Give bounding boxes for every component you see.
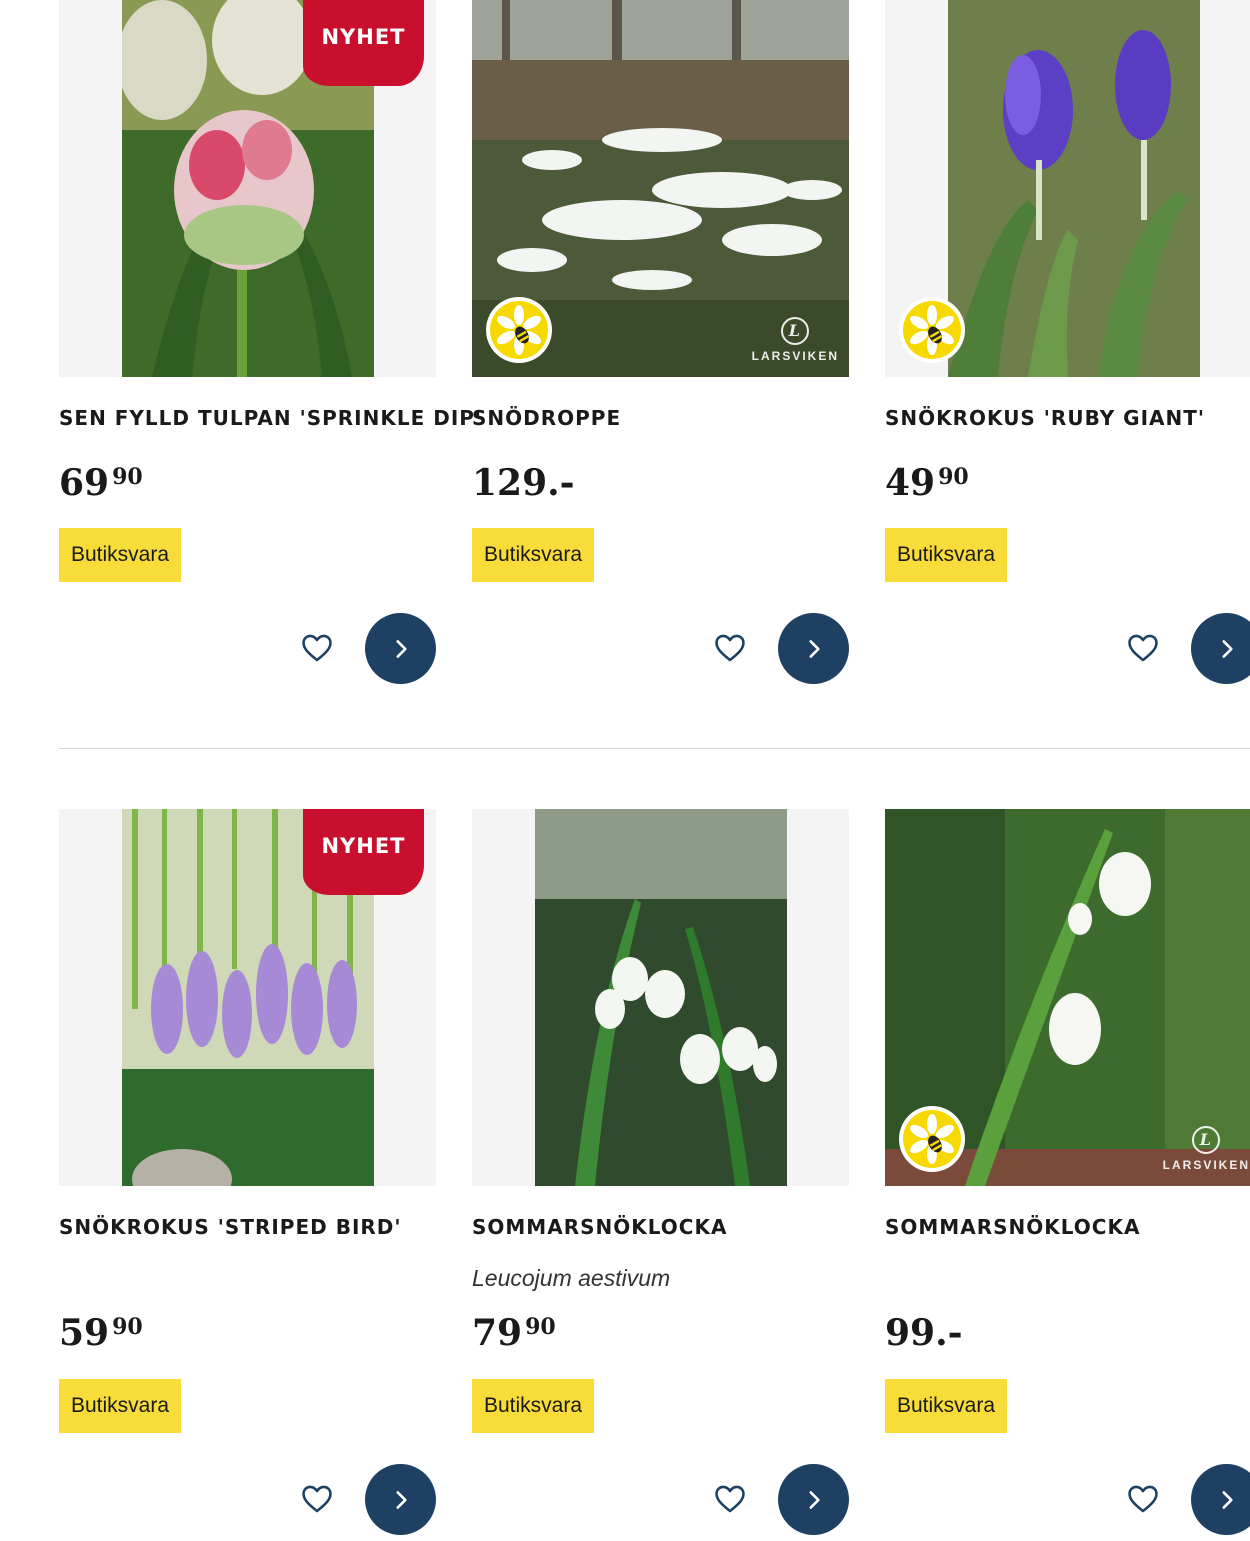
- row-divider: [59, 748, 1250, 749]
- view-product-button[interactable]: [778, 1464, 849, 1535]
- product-image[interactable]: [885, 0, 1250, 377]
- heart-icon: [300, 1482, 334, 1516]
- product-card[interactable]: NYHET SEN FYLLD TULPAN 'SPRINKLE DIP' 69…: [59, 0, 481, 684]
- favorite-button[interactable]: [297, 1479, 337, 1519]
- larsviken-logo: L LARSVIKEN: [1163, 1126, 1250, 1172]
- product-price: 99.-: [885, 1312, 963, 1354]
- crocus-photo: [948, 0, 1200, 377]
- stock-status-badge: Butiksvara: [472, 1379, 595, 1433]
- product-name[interactable]: SNÖKROKUS 'STRIPED BIRD': [59, 1215, 402, 1239]
- product-price: 129.-: [472, 462, 575, 504]
- product-price: 49 90: [885, 462, 969, 504]
- product-card[interactable]: SOMMARSNÖKLOCKA Leucojum aestivum 79 90 B…: [472, 809, 849, 1535]
- view-product-button[interactable]: [365, 613, 436, 684]
- chevron-right-icon: [801, 636, 827, 662]
- favorite-button[interactable]: [297, 628, 337, 668]
- product-name[interactable]: SEN FYLLD TULPAN 'SPRINKLE DIP': [59, 406, 482, 430]
- favorite-button[interactable]: [710, 1479, 750, 1519]
- heart-icon: [713, 1482, 747, 1516]
- pollinator-friendly-icon: [897, 1104, 967, 1174]
- heart-icon: [1126, 1482, 1160, 1516]
- chevron-right-icon: [388, 1487, 414, 1513]
- new-badge: NYHET: [303, 809, 424, 895]
- heart-icon: [713, 631, 747, 665]
- stock-status-badge: Butiksvara: [472, 528, 595, 582]
- chevron-right-icon: [1214, 636, 1240, 662]
- product-price: 59 90: [59, 1312, 143, 1354]
- product-image[interactable]: NYHET: [59, 809, 436, 1186]
- view-product-button[interactable]: [1191, 1464, 1250, 1535]
- pollinator-friendly-icon: [897, 295, 967, 365]
- favorite-button[interactable]: [710, 628, 750, 668]
- stock-status-badge: Butiksvara: [885, 1379, 1008, 1433]
- favorite-button[interactable]: [1123, 628, 1163, 668]
- latin-name: Leucojum aestivum: [472, 1265, 671, 1291]
- chevron-right-icon: [388, 636, 414, 662]
- product-card[interactable]: L LARSVIKEN SOMMARSNÖKLOCKA 99.- Butiksva…: [885, 809, 1250, 1535]
- heart-icon: [1126, 631, 1160, 665]
- product-price: 79 90: [472, 1312, 556, 1354]
- view-product-button[interactable]: [365, 1464, 436, 1535]
- summer-snowflake-photo: [535, 809, 787, 1186]
- stock-status-badge: Butiksvara: [59, 1379, 182, 1433]
- product-card[interactable]: SNÖKROKUS 'RUBY GIANT' 49 90 Butiksvara: [885, 0, 1250, 684]
- stock-status-badge: Butiksvara: [885, 528, 1008, 582]
- heart-icon: [300, 631, 334, 665]
- product-image[interactable]: NYHET: [59, 0, 436, 377]
- new-badge: NYHET: [303, 0, 424, 86]
- product-image[interactable]: L LARSVIKEN: [472, 0, 849, 377]
- product-name[interactable]: SNÖDROPPE: [472, 406, 621, 430]
- larsviken-logo: L LARSVIKEN: [752, 317, 839, 363]
- pollinator-friendly-icon: [484, 295, 554, 365]
- product-price: 69 90: [59, 462, 143, 504]
- chevron-right-icon: [1214, 1487, 1240, 1513]
- product-name[interactable]: SOMMARSNÖKLOCKA: [885, 1215, 1140, 1239]
- product-image[interactable]: [472, 809, 849, 1186]
- product-card[interactable]: NYHET SNÖKROKUS 'STRIPED BIRD' 59 90 Buti…: [59, 809, 436, 1535]
- product-name[interactable]: SNÖKROKUS 'RUBY GIANT': [885, 406, 1205, 430]
- product-image[interactable]: L LARSVIKEN: [885, 809, 1250, 1186]
- stock-status-badge: Butiksvara: [59, 528, 182, 582]
- view-product-button[interactable]: [1191, 613, 1250, 684]
- chevron-right-icon: [801, 1487, 827, 1513]
- view-product-button[interactable]: [778, 613, 849, 684]
- product-name[interactable]: SOMMARSNÖKLOCKA: [472, 1215, 727, 1239]
- favorite-button[interactable]: [1123, 1479, 1163, 1519]
- product-card[interactable]: L LARSVIKEN SNÖDROPPE 129.- Butiksvara: [472, 0, 849, 684]
